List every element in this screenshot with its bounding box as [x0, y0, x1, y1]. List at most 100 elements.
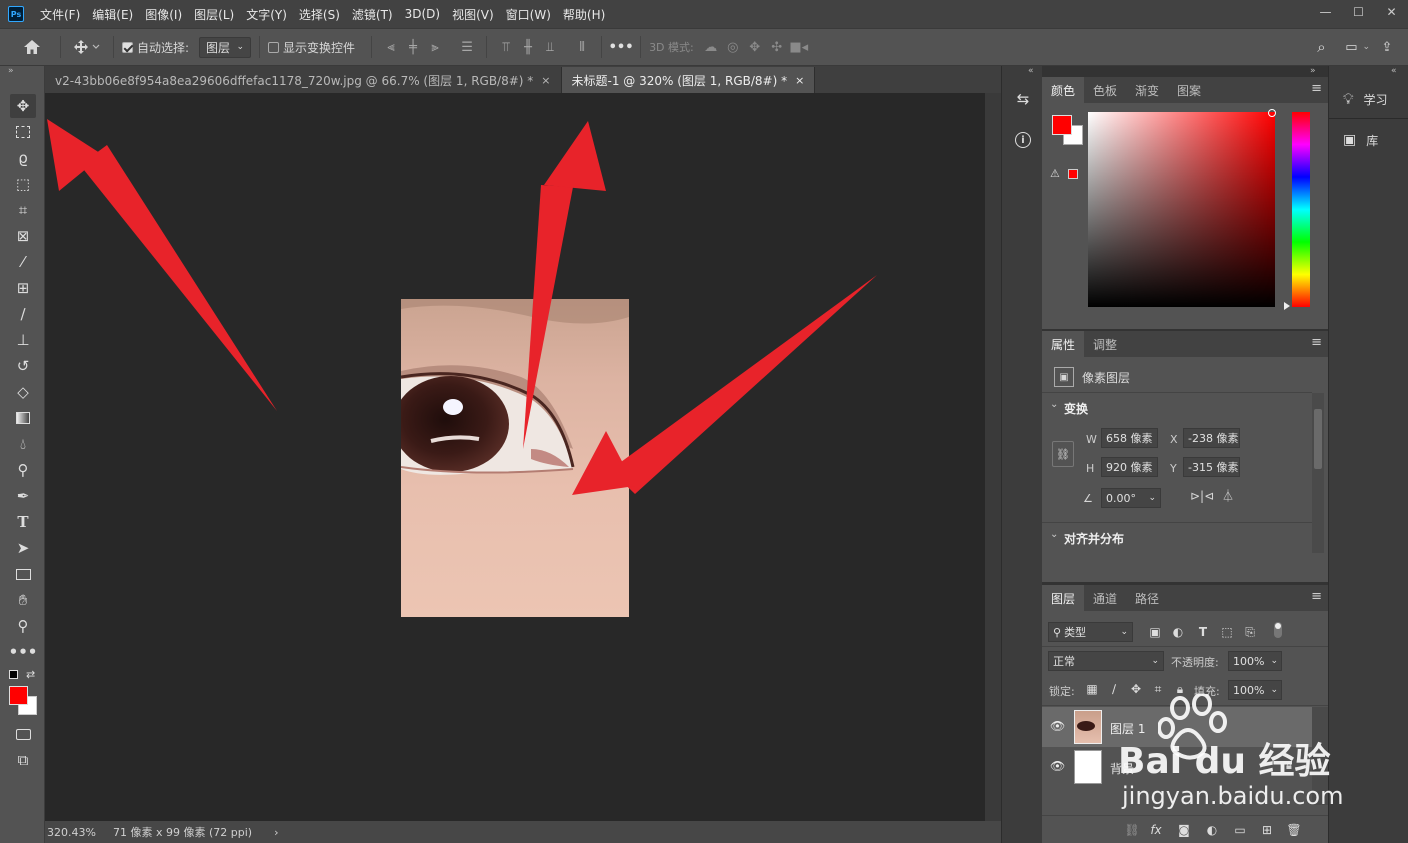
share-icon[interactable]: ⇪ [1376, 36, 1398, 58]
zoom-level[interactable]: 320.43% [47, 826, 109, 839]
hue-slider[interactable] [1292, 112, 1310, 307]
menu-layer[interactable]: 图层(L) [188, 6, 240, 23]
move-tool-preset-button[interactable] [69, 35, 105, 59]
object-select-tool-icon[interactable]: ⬚ [10, 172, 36, 196]
auto-select-target-dropdown[interactable]: 图层 ⌄ [199, 36, 252, 58]
distribute-vertical-icon[interactable]: ☰ [456, 36, 478, 58]
panel-menu-icon[interactable]: ≡ [1311, 82, 1322, 95]
3d-roll-icon[interactable]: ◎ [722, 36, 744, 58]
layer-name[interactable]: 图层 1 [1110, 720, 1145, 737]
lock-artboard-icon[interactable]: ⌗ [1150, 681, 1166, 697]
filter-adjustment-icon[interactable]: ◐ [1170, 624, 1186, 640]
lock-all-icon[interactable]: 🔒︎ [1172, 681, 1188, 697]
new-group-icon[interactable]: ▭ [1232, 822, 1248, 838]
collapse-dock-icon[interactable]: « [1391, 66, 1397, 76]
fx-icon[interactable]: fx [1148, 822, 1164, 838]
crop-tool-icon[interactable]: ⌗ [10, 198, 36, 222]
close-icon[interactable]: × [795, 74, 804, 87]
filter-shape-icon[interactable]: ⬚ [1219, 624, 1235, 640]
tab-channels[interactable]: 通道 [1084, 585, 1126, 611]
screen-mode-icon[interactable]: ⧉ [10, 748, 36, 772]
chevron-down-icon[interactable]: ⌄ [1270, 685, 1278, 695]
align-right-icon[interactable]: ⫸ [424, 36, 446, 58]
foreground-color-swatch[interactable] [9, 686, 28, 705]
status-menu-arrow[interactable]: › [274, 826, 278, 839]
filter-type-icon[interactable]: T [1195, 624, 1211, 640]
tab-swatches[interactable]: 色板 [1084, 77, 1126, 103]
vertical-scrollbar[interactable] [985, 93, 1001, 821]
layer-row-selected[interactable]: 👁︎ 图层 1 [1042, 707, 1312, 747]
opacity-field[interactable]: 100% ⌄ [1228, 651, 1282, 671]
history-panel-icon[interactable]: ⇆ [1012, 88, 1034, 110]
path-select-tool-icon[interactable]: ➤ [10, 536, 36, 560]
menu-help[interactable]: 帮助(H) [557, 6, 611, 23]
panel-menu-icon[interactable]: ≡ [1311, 336, 1322, 349]
eraser-tool-icon[interactable]: ◇ [10, 380, 36, 404]
lock-pixels-icon[interactable]: ∕ [1106, 681, 1122, 697]
show-transform-checkbox[interactable] [268, 41, 280, 53]
gamut-color-swatch[interactable] [1068, 169, 1078, 179]
edit-toolbar-icon[interactable]: ••• [9, 640, 38, 664]
color-field[interactable] [1088, 112, 1275, 307]
y-position-field[interactable]: -315 像素 [1183, 457, 1240, 477]
info-panel-icon[interactable]: i [1012, 129, 1034, 151]
flip-vertical-icon[interactable]: ⏃ [1222, 487, 1234, 504]
frame-tool-icon[interactable]: ⊠ [10, 224, 36, 248]
link-dimensions-icon[interactable]: ⛓ [1052, 441, 1074, 467]
libraries-panel-button[interactable]: ▣ 库 [1329, 121, 1408, 159]
align-hcenter-icon[interactable]: ╪ [402, 36, 424, 58]
type-tool-icon[interactable]: T [10, 510, 36, 534]
panel-menu-icon[interactable]: ≡ [1311, 590, 1322, 603]
default-colors-icon[interactable] [9, 670, 18, 679]
properties-scrollbar[interactable] [1312, 393, 1324, 553]
history-brush-tool-icon[interactable]: ↺ [10, 354, 36, 378]
link-layers-icon[interactable]: ⛓ [1124, 822, 1140, 838]
angle-field[interactable]: 0.00° ⌄ [1101, 488, 1161, 508]
gradient-tool-icon[interactable] [10, 406, 36, 430]
marquee-tool-icon[interactable] [10, 120, 36, 144]
chevron-down-icon[interactable]: ⌄ [1270, 656, 1278, 666]
hue-slider-handle[interactable] [1284, 302, 1290, 310]
menu-3d[interactable]: 3D(D) [399, 7, 446, 21]
lock-position-icon[interactable]: ✥ [1128, 681, 1144, 697]
eyedropper-tool-icon[interactable]: ⁄ [10, 250, 36, 274]
filter-toggle-icon[interactable] [1270, 622, 1286, 638]
blend-mode-dropdown[interactable]: 正常 ⌄ [1048, 651, 1164, 671]
more-options-button[interactable]: ••• [609, 36, 634, 58]
trash-icon[interactable]: 🗑︎ [1286, 822, 1302, 838]
menu-edit[interactable]: 编辑(E) [86, 6, 139, 23]
tab-properties[interactable]: 属性 [1042, 331, 1085, 357]
visibility-eye-icon[interactable]: 👁︎ [1050, 719, 1065, 733]
height-field[interactable]: 920 像素 [1101, 457, 1158, 477]
collapse-toolbar-icon[interactable]: » [8, 66, 14, 76]
new-layer-icon[interactable]: ⊞ [1259, 822, 1275, 838]
filter-pixel-icon[interactable]: ▣ [1147, 624, 1163, 640]
transform-section-title[interactable]: 变换 [1064, 400, 1088, 417]
menu-image[interactable]: 图像(I) [139, 6, 188, 23]
move-tool-icon[interactable]: ✥ [10, 94, 36, 118]
canvas-workspace[interactable] [45, 93, 985, 821]
3d-pan-icon[interactable]: ✥ [744, 36, 766, 58]
collapse-dock-icon[interactable]: « [1028, 66, 1034, 76]
document-tab-active[interactable]: 未标题-1 @ 320% (图层 1, RGB/8#) * × [561, 67, 816, 93]
layers-scrollbar[interactable] [1312, 707, 1328, 805]
color-picker-ring[interactable] [1268, 109, 1276, 117]
learn-panel-button[interactable]: 💡︎ 学习 [1329, 80, 1408, 118]
lock-transparent-icon[interactable]: ▦ [1084, 681, 1100, 697]
align-top-icon[interactable]: ⫪ [495, 36, 517, 58]
menu-select[interactable]: 选择(S) [293, 6, 346, 23]
lasso-tool-icon[interactable]: ϱ [10, 146, 36, 170]
quick-mask-icon[interactable] [10, 722, 36, 746]
stamp-tool-icon[interactable]: ⊥ [10, 328, 36, 352]
menu-view[interactable]: 视图(V) [446, 6, 500, 23]
layer-row[interactable]: 👁︎ 背景 🔒︎ [1042, 747, 1312, 787]
home-button[interactable] [12, 35, 52, 59]
rectangle-tool-icon[interactable] [10, 562, 36, 586]
menu-filter[interactable]: 滤镜(T) [346, 6, 399, 23]
3d-slide-icon[interactable]: ✣ [766, 36, 788, 58]
search-icon[interactable]: ⌕ [1310, 36, 1332, 58]
warning-icon[interactable]: ⚠ [1050, 167, 1060, 180]
3d-orbit-icon[interactable]: ☁ [700, 36, 722, 58]
document-tab[interactable]: v2-43bb06e8f954a8ea29606dffefac1178_720w… [45, 67, 562, 93]
brush-tool-icon[interactable]: ∕ [10, 302, 36, 326]
